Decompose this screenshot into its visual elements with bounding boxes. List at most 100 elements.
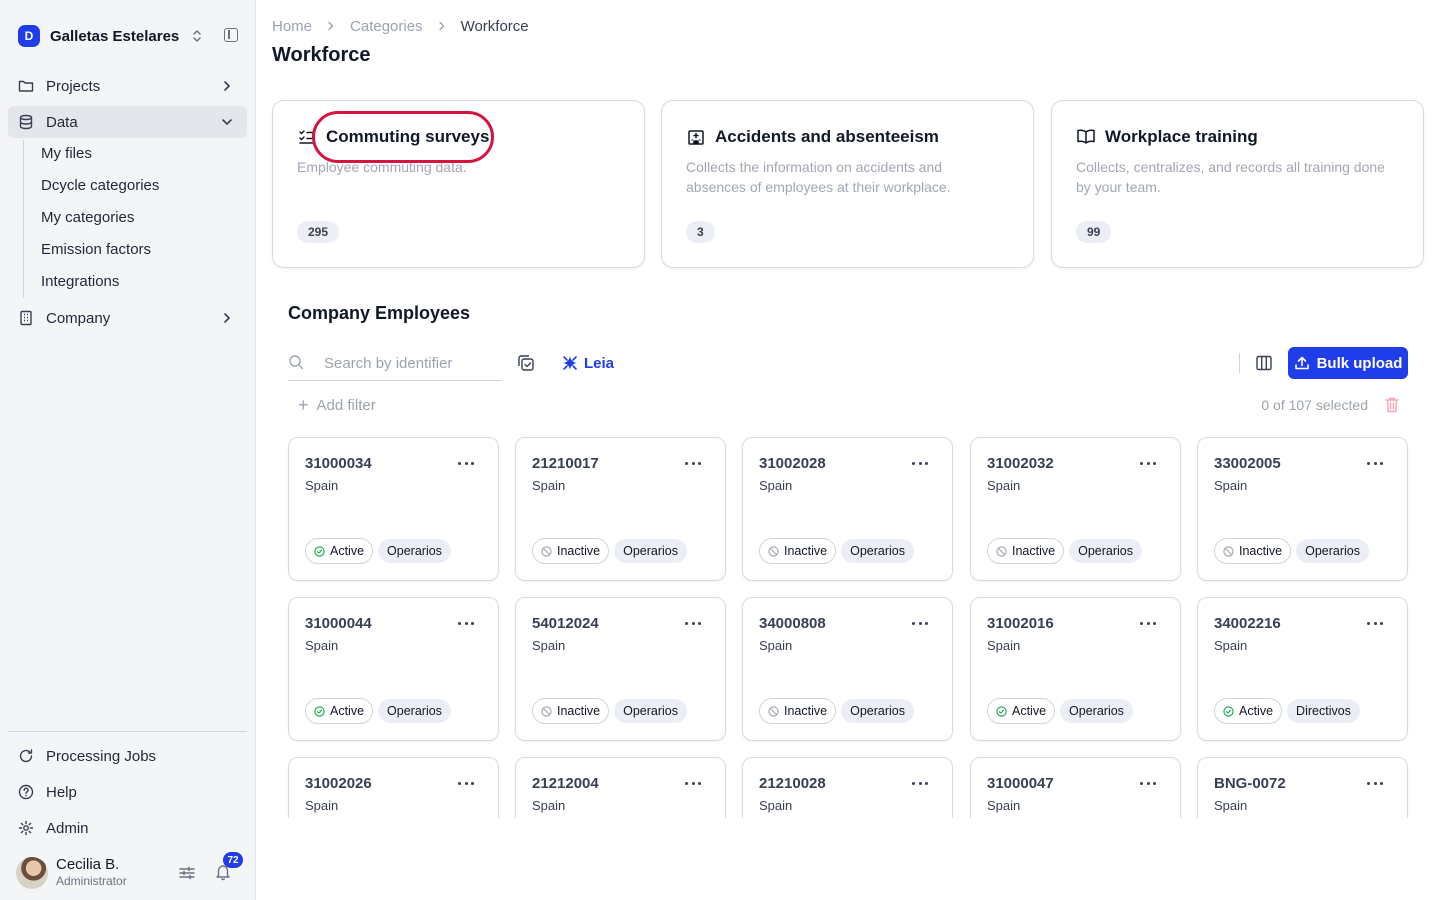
add-filter-label: Add filter <box>316 396 376 414</box>
gear-icon <box>18 820 34 836</box>
collapse-sidebar-icon[interactable] <box>224 28 238 42</box>
employee-id: 31002028 <box>759 455 826 472</box>
more-options-icon[interactable] <box>1367 622 1383 628</box>
sidebar-item-label: Company <box>46 309 111 327</box>
ban-icon <box>1223 545 1234 557</box>
user-profile[interactable]: Cecilia B. Administrator 72 <box>16 852 248 890</box>
employee-card[interactable]: 31002032 Spain Inactive Operarios <box>970 437 1181 581</box>
select-all-icon[interactable] <box>517 354 535 372</box>
more-options-icon[interactable] <box>458 622 474 628</box>
more-options-icon[interactable] <box>912 782 928 788</box>
category-count: 99 <box>1076 221 1112 243</box>
employee-id: 54012024 <box>532 615 599 632</box>
employee-card[interactable]: 31000047 Spain <box>970 757 1181 818</box>
more-options-icon[interactable] <box>912 462 928 468</box>
more-options-icon[interactable] <box>1140 782 1156 788</box>
sidebar-item-processing-jobs[interactable]: Processing Jobs <box>8 740 247 772</box>
sidebar-item-data[interactable]: Data <box>8 106 247 138</box>
status-badge: Inactive <box>532 698 610 724</box>
upload-icon <box>1294 356 1309 370</box>
more-options-icon[interactable] <box>1367 462 1383 468</box>
employee-card[interactable]: 31002026 Spain <box>288 757 499 818</box>
sidebar-subitem-my-categories[interactable]: My categories <box>41 207 134 229</box>
status-label: Active <box>1012 704 1047 718</box>
role-badge: Operarios <box>614 539 687 563</box>
breadcrumb-home[interactable]: Home <box>272 18 312 35</box>
submenu-line <box>23 140 24 298</box>
bulk-upload-label: Bulk upload <box>1316 354 1403 372</box>
check-circle-icon <box>314 705 325 717</box>
sidebar-item-label: Processing Jobs <box>46 747 157 765</box>
ban-icon <box>541 545 552 557</box>
employee-card[interactable]: 21210017 Spain Inactive Operarios <box>515 437 726 581</box>
trash-icon[interactable] <box>1384 396 1400 414</box>
role-badge: Operarios <box>1069 539 1142 563</box>
more-options-icon[interactable] <box>685 782 701 788</box>
employee-card[interactable]: 34002216 Spain Active Directivos <box>1197 597 1408 741</box>
employee-country: Spain <box>987 638 1021 653</box>
org-switcher[interactable]: D Galletas Estelares <box>18 24 239 48</box>
employee-country: Spain <box>532 798 566 813</box>
status-badge: Inactive <box>759 538 837 564</box>
add-filter-button[interactable]: + Add filter <box>298 395 376 415</box>
sidebar-item-admin[interactable]: Admin <box>8 812 247 844</box>
sidebar-item-company[interactable]: Company <box>8 302 247 334</box>
category-card-accidents-absenteeism[interactable]: Accidents and absenteeism Collects the i… <box>661 100 1034 268</box>
columns-icon[interactable] <box>1255 354 1273 372</box>
ban-icon <box>996 545 1007 557</box>
more-options-icon[interactable] <box>458 782 474 788</box>
sparkle-icon <box>561 354 579 372</box>
employee-country: Spain <box>305 798 339 813</box>
user-role: Administrator <box>56 874 127 888</box>
breadcrumb-categories[interactable]: Categories <box>350 18 423 35</box>
sidebar-item-projects[interactable]: Projects <box>8 70 247 102</box>
leia-button[interactable]: Leia <box>561 352 614 374</box>
chevron-up-down-icon[interactable] <box>190 24 204 48</box>
bulk-upload-button[interactable]: Bulk upload <box>1288 347 1408 379</box>
sidebar-item-label: Projects <box>46 77 101 95</box>
employee-id: 31002016 <box>987 615 1054 632</box>
employee-card[interactable]: 31000044 Spain Active Operarios <box>288 597 499 741</box>
category-card-workplace-training[interactable]: Workplace training Collects, centralizes… <box>1051 100 1424 268</box>
employee-id: 31000034 <box>305 455 372 472</box>
search-box <box>288 345 502 381</box>
sidebar-item-help[interactable]: Help <box>8 776 247 808</box>
more-options-icon[interactable] <box>1367 782 1383 788</box>
sidebar-subitem-emission-factors[interactable]: Emission factors <box>41 239 151 261</box>
employee-card[interactable]: BNG-0072 Spain <box>1197 757 1408 818</box>
employee-country: Spain <box>532 478 566 493</box>
more-options-icon[interactable] <box>685 622 701 628</box>
more-options-icon[interactable] <box>1140 622 1156 628</box>
hospital-icon <box>686 127 706 147</box>
highlight-annotation <box>312 111 494 163</box>
status-badge: Inactive <box>759 698 837 724</box>
employee-card[interactable]: 21210028 Spain <box>742 757 953 818</box>
search-input[interactable] <box>324 353 494 373</box>
employee-card[interactable]: 31002016 Spain Active Operarios <box>970 597 1181 741</box>
employee-card[interactable]: 54012024 Spain Inactive Operarios <box>515 597 726 741</box>
sidebar-subitem-integrations[interactable]: Integrations <box>41 271 119 293</box>
category-card-commuting-surveys[interactable]: Commuting surveys Employee commuting dat… <box>272 100 645 268</box>
employee-id: 34000808 <box>759 615 826 632</box>
employee-id: BNG-0072 <box>1214 775 1286 792</box>
employee-card[interactable]: 31000034 Spain Active Operarios <box>288 437 499 581</box>
employee-card[interactable]: 31002028 Spain Inactive Operarios <box>742 437 953 581</box>
plus-icon: + <box>298 395 309 415</box>
more-options-icon[interactable] <box>685 462 701 468</box>
employee-country: Spain <box>305 638 339 653</box>
chevron-right-icon <box>219 78 235 94</box>
employee-card[interactable]: 34000808 Spain Inactive Operarios <box>742 597 953 741</box>
employee-card[interactable]: 21212004 Spain <box>515 757 726 818</box>
sidebar-subitem-dcycle-categories[interactable]: Dcycle categories <box>41 175 159 197</box>
ban-icon <box>768 705 779 717</box>
more-options-icon[interactable] <box>912 622 928 628</box>
more-options-icon[interactable] <box>1140 462 1156 468</box>
employee-country: Spain <box>305 478 339 493</box>
sliders-icon[interactable] <box>178 864 196 882</box>
category-count: 3 <box>686 221 715 243</box>
employee-card[interactable]: 33002005 Spain Inactive Operarios <box>1197 437 1408 581</box>
more-options-icon[interactable] <box>458 462 474 468</box>
org-logo: D <box>18 25 40 47</box>
sidebar-subitem-my-files[interactable]: My files <box>41 143 92 165</box>
employee-country: Spain <box>1214 638 1248 653</box>
